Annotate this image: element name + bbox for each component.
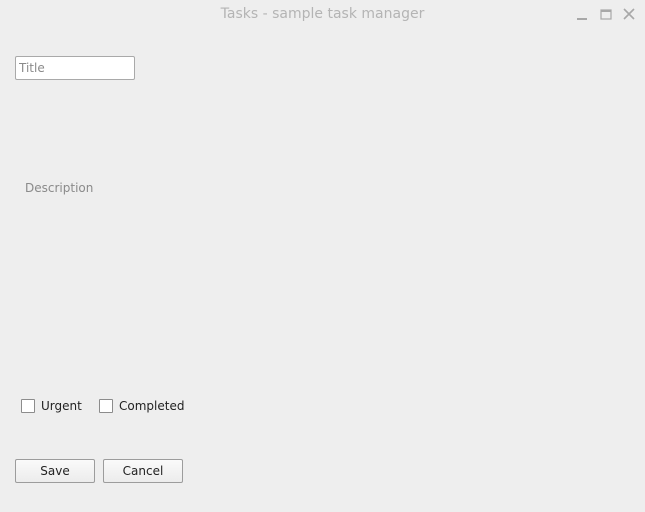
window-title: Tasks - sample task manager xyxy=(220,6,425,22)
urgent-label: Urgent xyxy=(41,399,82,413)
maximize-icon[interactable] xyxy=(598,6,614,22)
completed-checkbox-box[interactable] xyxy=(99,399,113,413)
cancel-button[interactable]: Cancel xyxy=(103,459,183,483)
urgent-checkbox-box[interactable] xyxy=(21,399,35,413)
close-icon[interactable] xyxy=(621,6,637,22)
description-input[interactable] xyxy=(15,90,630,380)
title-bar: Tasks - sample task manager xyxy=(0,0,645,30)
save-button[interactable]: Save xyxy=(15,459,95,483)
completed-label: Completed xyxy=(119,399,185,413)
title-input[interactable] xyxy=(15,56,135,80)
minimize-icon[interactable] xyxy=(575,6,591,22)
completed-checkbox[interactable]: Completed xyxy=(99,399,184,413)
urgent-checkbox[interactable]: Urgent xyxy=(21,399,82,413)
